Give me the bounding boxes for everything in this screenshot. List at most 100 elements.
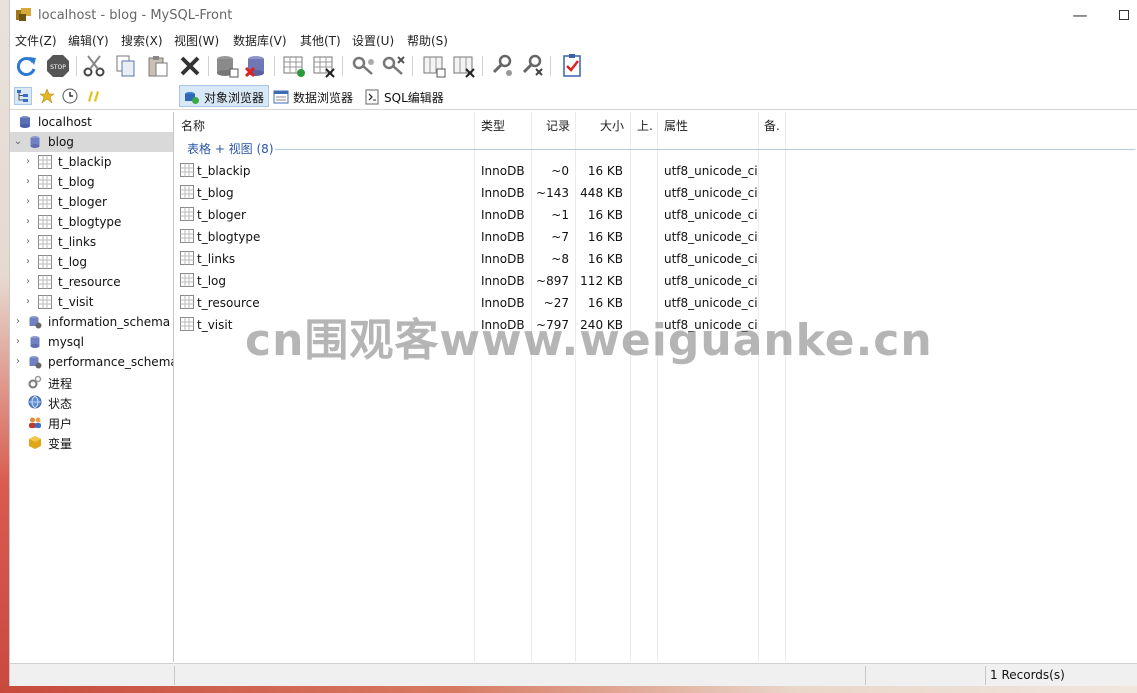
tab-data-browser-label: 数据浏览器: [293, 90, 354, 105]
tree-item-database[interactable]: › mysql: [10, 332, 173, 352]
tree-item-processes[interactable]: 进程: [10, 372, 173, 392]
cell-name: t_blackip: [197, 164, 251, 178]
object-browser-icon: [185, 92, 199, 104]
chevron-right-icon[interactable]: ›: [23, 217, 33, 227]
tree-item-status[interactable]: 状态: [10, 392, 173, 412]
chevron-right-icon[interactable]: ›: [13, 357, 23, 367]
menu-view[interactable]: 视图(W): [174, 32, 219, 49]
table-icon: [180, 251, 194, 265]
tree-label: 变量: [48, 437, 73, 451]
table-row[interactable]: t_links InnoDB ~8 16 KB utf8_unicode_ci: [175, 248, 1137, 270]
table-icon: [180, 273, 194, 287]
menu-help[interactable]: 帮助(S): [407, 32, 448, 49]
tree-item-table[interactable]: › t_blogtype: [10, 212, 173, 232]
tree-label: localhost: [38, 115, 92, 129]
delete-foreign-key-icon[interactable]: [520, 54, 544, 78]
column-header-size[interactable]: 大小: [600, 112, 624, 138]
cell-attributes: utf8_unicode_ci: [664, 274, 758, 288]
tree-label: performance_schema: [48, 355, 174, 369]
tree-label: t_links: [58, 235, 97, 249]
menu-settings[interactable]: 设置(U): [352, 32, 394, 49]
table-row[interactable]: t_blackip InnoDB ~0 16 KB utf8_unicode_c…: [175, 160, 1137, 182]
column-header-records[interactable]: 记录: [546, 112, 570, 138]
gears-icon: [28, 375, 42, 389]
add-database-icon[interactable]: [215, 54, 239, 78]
chevron-right-icon[interactable]: ›: [23, 177, 33, 187]
chevron-right-icon[interactable]: ›: [13, 317, 23, 327]
cell-name: t_bloger: [197, 208, 246, 222]
cell-type: InnoDB: [481, 164, 525, 178]
tree-item-variables[interactable]: 变量: [10, 432, 173, 452]
menu-database[interactable]: 数据库(V): [233, 32, 287, 49]
chevron-right-icon[interactable]: ›: [13, 337, 23, 347]
maximize-button[interactable]: [1110, 4, 1137, 26]
table-row[interactable]: t_blog InnoDB ~143 448 KB utf8_unicode_c…: [175, 182, 1137, 204]
delete-database-icon[interactable]: [244, 54, 268, 78]
add-table-icon[interactable]: [282, 54, 306, 78]
menu-edit[interactable]: 编辑(Y): [68, 32, 109, 49]
chevron-right-icon[interactable]: ›: [23, 277, 33, 287]
cell-size: 448 KB: [580, 186, 623, 200]
add-field-icon[interactable]: [422, 54, 446, 78]
chevron-right-icon[interactable]: ›: [23, 157, 33, 167]
column-header-updated[interactable]: 上.: [637, 112, 653, 138]
tree-item-table[interactable]: › t_resource: [10, 272, 173, 292]
cell-type: InnoDB: [481, 186, 525, 200]
tree-label: t_blog: [58, 175, 95, 189]
refresh-icon[interactable]: [14, 54, 38, 78]
history-icon[interactable]: [62, 88, 78, 104]
cut-icon[interactable]: [82, 54, 106, 78]
tree-label: mysql: [48, 335, 84, 349]
cell-name: t_links: [197, 252, 236, 266]
users-icon: [29, 417, 41, 428]
tree-view-icon[interactable]: [14, 87, 32, 105]
tab-sql-editor[interactable]: SQL编辑器: [360, 85, 448, 107]
stop-icon[interactable]: STOP: [46, 54, 70, 78]
table-row[interactable]: t_blogtype InnoDB ~7 16 KB utf8_unicode_…: [175, 226, 1137, 248]
delete-icon[interactable]: [178, 54, 202, 78]
add-key-icon[interactable]: [352, 54, 376, 78]
cell-attributes: utf8_unicode_ci: [664, 164, 758, 178]
toolbar-separator: [412, 56, 413, 76]
tree-item-table[interactable]: › t_visit: [10, 292, 173, 312]
tree-item-table[interactable]: › t_bloger: [10, 192, 173, 212]
tree-item-database[interactable]: › performance_schema: [10, 352, 174, 372]
minimize-button[interactable]: —: [1066, 4, 1094, 26]
chevron-right-icon[interactable]: ›: [23, 297, 33, 307]
delete-key-icon[interactable]: [382, 54, 406, 78]
tree-label: information_schema: [48, 315, 171, 329]
paste-icon[interactable]: [146, 54, 170, 78]
tree-item-table[interactable]: › t_blog: [10, 172, 173, 192]
tab-object-browser[interactable]: 对象浏览器: [179, 85, 270, 107]
add-foreign-key-icon[interactable]: [490, 54, 514, 78]
chevron-right-icon[interactable]: ›: [23, 237, 33, 247]
tree-item-table[interactable]: › t_log: [10, 252, 173, 272]
tree-item-users[interactable]: 用户: [10, 412, 173, 432]
tree-item-localhost[interactable]: localhost: [10, 112, 173, 132]
properties-icon[interactable]: [560, 54, 584, 78]
tree-item-blog[interactable]: ⌄ blog: [10, 132, 173, 152]
column-header-name[interactable]: 名称: [181, 112, 205, 138]
column-header-comment[interactable]: 备.: [764, 112, 780, 138]
column-header-type[interactable]: 类型: [481, 112, 505, 138]
chevron-right-icon[interactable]: ›: [23, 257, 33, 267]
tab-data-browser[interactable]: 数据浏览器: [269, 85, 357, 107]
cell-records: ~0: [551, 164, 569, 178]
toolbar-separator: [550, 56, 551, 76]
menu-file[interactable]: 文件(Z): [15, 32, 57, 49]
menu-other[interactable]: 其他(T): [300, 32, 341, 49]
table-row[interactable]: t_bloger InnoDB ~1 16 KB utf8_unicode_ci: [175, 204, 1137, 226]
delete-field-icon[interactable]: [452, 54, 476, 78]
chevron-down-icon[interactable]: ⌄: [13, 137, 23, 147]
delete-table-icon[interactable]: [312, 54, 336, 78]
copy-icon[interactable]: [114, 54, 138, 78]
bookmarks-icon[interactable]: [85, 88, 101, 104]
table-row[interactable]: t_log InnoDB ~897 112 KB utf8_unicode_ci: [175, 270, 1137, 292]
chevron-right-icon[interactable]: ›: [23, 197, 33, 207]
tree-item-table[interactable]: › t_links: [10, 232, 173, 252]
menu-search[interactable]: 搜索(X): [121, 32, 163, 49]
column-header-attributes[interactable]: 属性: [664, 112, 688, 138]
tree-item-table[interactable]: › t_blackip: [10, 152, 173, 172]
favorites-icon[interactable]: [39, 88, 55, 104]
tree-item-database[interactable]: › information_schema: [10, 312, 173, 332]
